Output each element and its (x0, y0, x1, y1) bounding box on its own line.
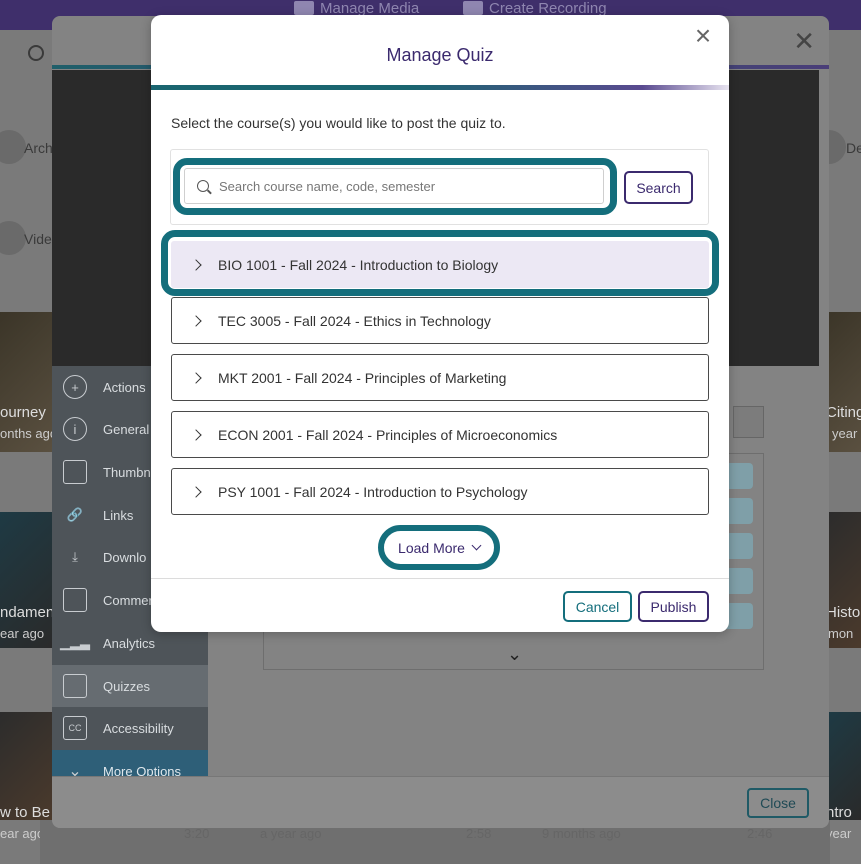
video-title: Histo (826, 604, 861, 621)
sidebar-item-quizzes[interactable]: Quizzes (52, 665, 208, 707)
video-age: ear ago (0, 626, 45, 641)
video-age: 9 months ago (542, 826, 621, 841)
course-item-tec-3005[interactable]: TEC 3005 - Fall 2024 - Ethics in Technol… (171, 297, 709, 344)
load-more-button[interactable]: Load More (387, 534, 491, 561)
modal-footer-divider (151, 578, 729, 579)
quiz-icon (63, 674, 87, 698)
sidebar-item-accessibility[interactable]: CC Accessibility (52, 707, 208, 749)
media-icon (294, 1, 314, 15)
panel-search-button[interactable] (733, 406, 764, 438)
thumbnail-icon (63, 460, 87, 484)
video-label: Vide (24, 231, 52, 247)
chevron-down-icon (471, 540, 482, 551)
modal-accent-bar (151, 85, 729, 90)
video-age: ear ago (0, 826, 45, 841)
video-duration: 3:20 (184, 826, 210, 841)
video-title: w to Be (0, 804, 51, 821)
close-icon[interactable]: × (691, 22, 715, 50)
download-icon: ⤓ (72, 549, 78, 564)
video-title: ndamen (0, 604, 55, 621)
manage-quiz-modal: Manage Quiz × Select the course(s) you w… (151, 15, 729, 632)
cancel-button[interactable]: Cancel (563, 591, 632, 622)
video-age: mon (828, 626, 854, 641)
course-item-mkt-2001[interactable]: MKT 2001 - Fall 2024 - Principles of Mar… (171, 354, 709, 401)
video-duration: 2:46 (747, 826, 773, 841)
video-title: Citing (826, 404, 861, 421)
course-item-econ-2001[interactable]: ECON 2001 - Fall 2024 - Principles of Mi… (171, 411, 709, 458)
panel-close-button[interactable]: Close (747, 788, 809, 818)
search-icon (197, 180, 209, 192)
search-field[interactable] (184, 168, 604, 204)
panel-expand-chevron-icon[interactable]: ⌄ (507, 644, 522, 665)
course-item-bio-1001[interactable]: BIO 1001 - Fall 2024 - Introduction to B… (171, 241, 709, 288)
search-input[interactable] (219, 178, 599, 194)
manage-media-link[interactable]: Manage Media (294, 0, 419, 17)
chevron-right-icon (190, 314, 202, 327)
chevron-right-icon (190, 258, 202, 271)
search-button[interactable]: Search (624, 171, 693, 204)
chevron-right-icon (190, 371, 202, 384)
video-age: onths ago (0, 426, 58, 441)
video-title: ntro (826, 804, 852, 821)
chevron-right-icon (190, 428, 202, 441)
archive-label: Arch (24, 140, 53, 156)
panel-close-icon[interactable]: ✕ (793, 26, 815, 57)
de-label: De (846, 140, 861, 156)
video-age: a year ago (260, 826, 322, 841)
analytics-icon: ▁▂▃ (60, 635, 90, 650)
background-search-icon (28, 45, 44, 61)
cc-icon: CC (63, 716, 87, 740)
comment-icon (63, 588, 87, 612)
publish-button[interactable]: Publish (638, 591, 709, 622)
create-recording-link[interactable]: Create Recording (463, 0, 607, 17)
panel-footer (52, 776, 829, 828)
info-icon: i (63, 417, 87, 441)
video-title: ourney (0, 404, 46, 421)
link-icon: 🔗 (66, 507, 84, 522)
course-item-psy-1001[interactable]: PSY 1001 - Fall 2024 - Introduction to P… (171, 468, 709, 515)
video-age: year (832, 426, 858, 441)
instructions-text: Select the course(s) you would like to p… (171, 115, 506, 131)
video-duration: 2:58 (466, 826, 492, 841)
chevron-right-icon (190, 485, 202, 498)
modal-title: Manage Quiz (386, 45, 494, 65)
recording-icon (463, 1, 483, 15)
plus-icon: + (63, 375, 87, 399)
